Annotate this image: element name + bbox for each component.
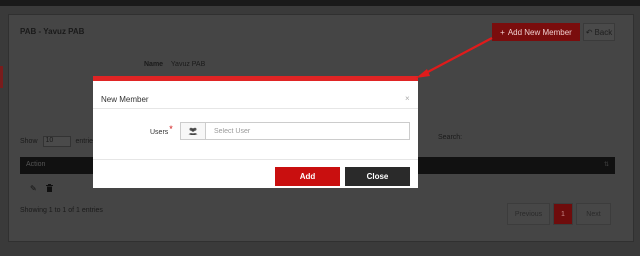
table-row: ✎	[30, 184, 53, 194]
modal-title: New Member	[101, 95, 149, 104]
close-button[interactable]: Close	[345, 167, 410, 186]
sort-icon: ⇅	[604, 162, 610, 168]
plus-icon: +	[500, 27, 505, 37]
next-page-button[interactable]: Next	[576, 203, 611, 225]
name-label: Name	[144, 61, 164, 68]
users-label-text: Users	[150, 129, 169, 136]
modal-footer-divider	[93, 159, 418, 160]
previous-page-button[interactable]: Previous	[507, 203, 550, 225]
back-arrow-icon: ↶	[585, 27, 593, 37]
column-action[interactable]: Action	[26, 161, 45, 168]
showing-entries-text: Showing 1 to 1 of 1 entries	[20, 207, 103, 214]
back-label: Back	[594, 27, 613, 37]
add-new-member-label: Add New Member	[507, 27, 572, 37]
modal-header-divider	[93, 108, 418, 109]
pencil-icon[interactable]: ✎	[30, 184, 37, 194]
required-marker: *	[169, 124, 173, 134]
sidebar-accent	[0, 66, 3, 88]
show-label: Show	[20, 138, 38, 145]
page-1-button[interactable]: 1	[553, 203, 573, 225]
pagination: Previous 1 Next	[507, 203, 611, 225]
modal-close-icon[interactable]: ×	[405, 94, 410, 103]
name-value: Yavuz PAB	[170, 61, 206, 68]
top-bar	[0, 0, 640, 6]
new-member-modal: New Member × Users* Add Close	[93, 76, 418, 188]
users-select-input[interactable]	[206, 123, 409, 139]
name-row: Name Yavuz PAB	[144, 61, 205, 68]
back-button[interactable]: ↶ Back	[583, 23, 615, 41]
search-label: Search:	[438, 134, 463, 141]
trash-icon[interactable]	[45, 184, 53, 194]
add-button[interactable]: Add	[275, 167, 340, 186]
users-icon	[181, 123, 206, 139]
users-select-group	[180, 122, 410, 140]
page-title: PAB - Yavuz PAB	[20, 27, 85, 36]
users-field-label: Users*	[150, 124, 173, 136]
add-new-member-button[interactable]: + Add New Member	[492, 23, 580, 41]
show-entries: Show 10 entries	[20, 136, 97, 147]
entries-select[interactable]: 10	[42, 136, 71, 147]
